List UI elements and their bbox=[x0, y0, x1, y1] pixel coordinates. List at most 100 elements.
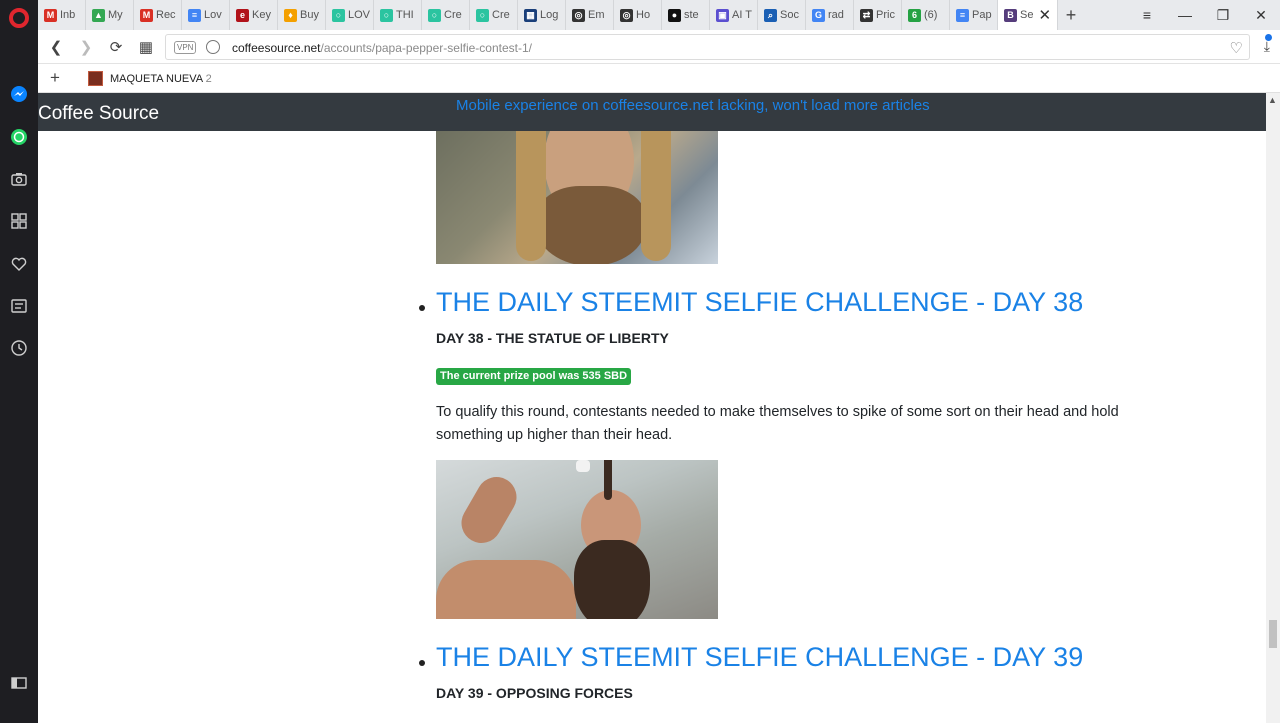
tab-label: Se bbox=[1020, 9, 1034, 21]
sidebar-toggle-icon[interactable] bbox=[9, 673, 29, 693]
browser-tab[interactable]: ♦ Buy bbox=[278, 0, 326, 30]
bookmark-favicon bbox=[88, 71, 103, 86]
circle-icon: ○ bbox=[332, 8, 345, 22]
bootstrap-icon: B bbox=[1004, 8, 1017, 22]
minimize-button[interactable]: — bbox=[1166, 0, 1204, 30]
tab-bar: M Inb ▲ My M Rec ≡ Lov e Key ♦ Buy ○ LOV ○ THI ○ Cre ○ Cre ▦… bbox=[38, 0, 1280, 30]
tab-label: Rec bbox=[156, 9, 176, 21]
bookmarks-bar: + MAQUETA NUEVA 2 bbox=[38, 64, 1280, 93]
browser-tab[interactable]: ○ Cre bbox=[422, 0, 470, 30]
post-subtitle: DAY 38 - THE STATUE OF LIBERTY bbox=[436, 330, 669, 346]
back-button[interactable]: ❮ bbox=[46, 37, 66, 57]
page-content: THE DAILY STEEMIT SELFIE CHALLENGE - DAY… bbox=[38, 131, 1266, 723]
new-tab-button[interactable]: + bbox=[1058, 0, 1084, 30]
scroll-up-arrow[interactable]: ▲ bbox=[1268, 95, 1277, 105]
tab-label: Soc bbox=[780, 9, 799, 21]
history-clock-icon[interactable] bbox=[9, 338, 29, 358]
heart-icon[interactable] bbox=[9, 254, 29, 274]
browser-tab[interactable]: Grad bbox=[806, 0, 854, 30]
tab-label: LOV bbox=[348, 9, 371, 21]
circle-icon: ○ bbox=[476, 8, 489, 22]
browser-tab[interactable]: ≡ Lov bbox=[182, 0, 230, 30]
tab-label: Ho bbox=[636, 9, 651, 21]
tab-label: Inb bbox=[60, 9, 76, 21]
browser-tab[interactable]: ⌕ Soc bbox=[758, 0, 806, 30]
browser-tab[interactable]: ◎ Em bbox=[566, 0, 614, 30]
opera-logo-icon[interactable] bbox=[9, 8, 29, 28]
site-notice-link[interactable]: Mobile experience on coffeesource.net la… bbox=[456, 97, 930, 114]
tab-label: Key bbox=[252, 9, 271, 21]
tab-label: Log bbox=[540, 9, 559, 21]
bookmark-item[interactable]: MAQUETA NUEVA 2 bbox=[88, 71, 212, 86]
restore-button[interactable]: ❐ bbox=[1204, 0, 1242, 30]
tab-label: rad bbox=[828, 9, 844, 21]
browser-tab[interactable]: ▦ Log bbox=[518, 0, 566, 30]
car-icon: ⇄ bbox=[860, 8, 873, 22]
tab-label: THI bbox=[396, 9, 414, 21]
tab-label: Lov bbox=[204, 9, 222, 21]
add-bookmark-icon[interactable]: + bbox=[50, 68, 60, 88]
browser-tab[interactable]: ▣ AI T bbox=[710, 0, 758, 30]
browser-tab[interactable]: ◎ Ho bbox=[614, 0, 662, 30]
target-icon: ◎ bbox=[620, 8, 633, 22]
browser-tab[interactable]: B Se ✕ bbox=[998, 0, 1058, 30]
tab-label: Em bbox=[588, 9, 605, 21]
browser-tab[interactable]: ○ THI bbox=[374, 0, 422, 30]
browser-tab[interactable]: ⇄ Pric bbox=[854, 0, 902, 30]
browser-tab[interactable]: ○ LOV bbox=[326, 0, 374, 30]
vpn-badge[interactable]: VPN bbox=[174, 41, 197, 54]
scroll-thumb[interactable] bbox=[1269, 620, 1277, 648]
browser-tab[interactable]: ≡ Pap bbox=[950, 0, 998, 30]
circle-icon: ○ bbox=[428, 8, 441, 22]
bookmark-heart-icon[interactable]: ♡ bbox=[1230, 39, 1243, 57]
tab-label: Pric bbox=[876, 9, 895, 21]
easy-setup-icon[interactable]: ≡ bbox=[1128, 0, 1166, 30]
browser-tab[interactable]: ▲ My bbox=[86, 0, 134, 30]
tab-label: Cre bbox=[444, 9, 462, 21]
grid-icon: ▦ bbox=[524, 8, 537, 22]
tab-label: ste bbox=[684, 9, 699, 21]
tab-label: (6) bbox=[924, 9, 938, 21]
news-icon[interactable] bbox=[9, 296, 29, 316]
search-icon: ⌕ bbox=[764, 8, 777, 22]
address-bar[interactable]: VPN coffeesource.net/accounts/papa-peppe… bbox=[165, 34, 1250, 60]
speed-dial-icon[interactable] bbox=[9, 211, 29, 231]
forward-button[interactable]: ❯ bbox=[76, 37, 96, 57]
tab-close-icon[interactable]: ✕ bbox=[1038, 6, 1051, 24]
gmail-icon: M bbox=[140, 8, 153, 22]
browser-tab[interactable]: M Rec bbox=[134, 0, 182, 30]
prize-pool-badge: The current prize pool was 535 SBD bbox=[436, 368, 632, 385]
browser-tab[interactable]: ● ste bbox=[662, 0, 710, 30]
docs-icon: ≡ bbox=[188, 8, 201, 22]
window-controls: ≡ — ❐ ✕ bbox=[1128, 0, 1280, 30]
bookmark-label: MAQUETA NUEVA 2 bbox=[110, 72, 212, 85]
browser-tab[interactable]: 6 (6) bbox=[902, 0, 950, 30]
google-icon: G bbox=[812, 8, 825, 22]
browser-tab[interactable]: M Inb bbox=[38, 0, 86, 30]
docs-icon: ≡ bbox=[956, 8, 969, 22]
selfie-photo bbox=[436, 460, 718, 619]
tab-label: Pap bbox=[972, 9, 992, 21]
post-title-link[interactable]: THE DAILY STEEMIT SELFIE CHALLENGE - DAY… bbox=[436, 287, 1083, 318]
close-window-button[interactable]: ✕ bbox=[1242, 0, 1280, 30]
messenger-icon[interactable] bbox=[9, 84, 29, 104]
url-domain: coffeesource.net bbox=[232, 41, 321, 55]
browser-tab[interactable]: e Key bbox=[230, 0, 278, 30]
drive-icon: ▲ bbox=[92, 8, 105, 22]
site-brand[interactable]: Coffee Source bbox=[38, 103, 159, 125]
url-path: /accounts/papa-pepper-selfie-contest-1/ bbox=[320, 41, 532, 55]
tab-label: Buy bbox=[300, 9, 319, 21]
reload-button[interactable]: ⟳ bbox=[106, 37, 126, 57]
page-scrollbar[interactable]: ▲ bbox=[1266, 93, 1280, 723]
whatsapp-icon[interactable] bbox=[9, 127, 29, 147]
gmail-icon: M bbox=[44, 8, 57, 22]
flame-icon: ♦ bbox=[284, 8, 297, 22]
target-icon: ◎ bbox=[572, 8, 585, 22]
camera-icon[interactable] bbox=[9, 169, 29, 189]
circle-icon: ○ bbox=[380, 8, 393, 22]
tab-grid-icon[interactable]: ▦ bbox=[136, 37, 156, 57]
browser-tab[interactable]: ○ Cre bbox=[470, 0, 518, 30]
address-toolbar: ❮ ❯ ⟳ ▦ VPN coffeesource.net/accounts/pa… bbox=[38, 30, 1280, 64]
post-title-link[interactable]: THE DAILY STEEMIT SELFIE CHALLENGE - DAY… bbox=[436, 642, 1083, 673]
url-text[interactable]: coffeesource.net/accounts/papa-pepper-se… bbox=[232, 41, 532, 55]
